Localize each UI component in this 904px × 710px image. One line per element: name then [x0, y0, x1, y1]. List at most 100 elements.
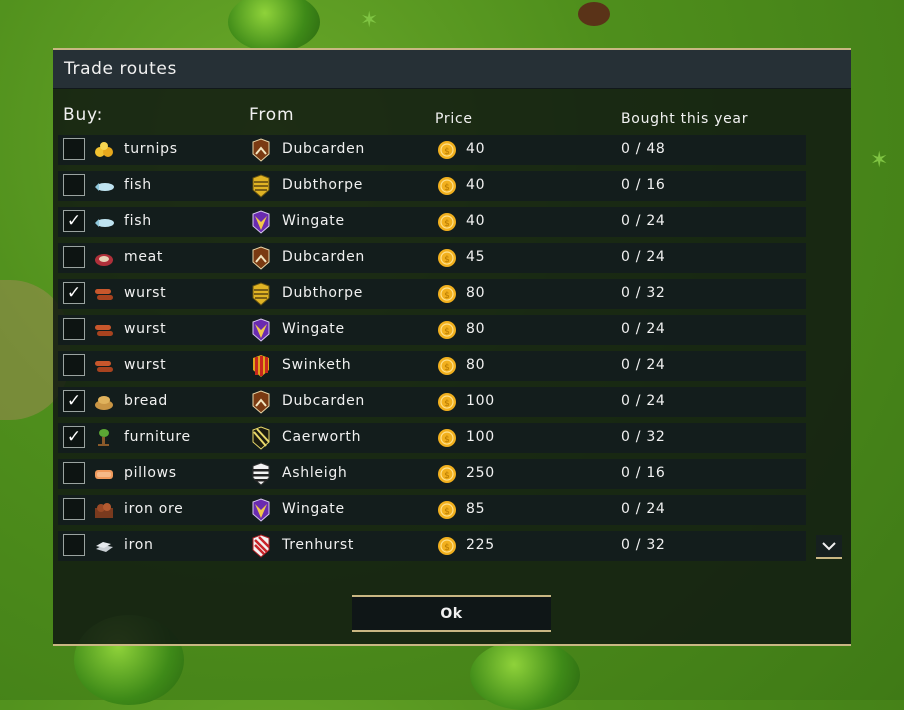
price-value: 100	[466, 429, 495, 445]
price-value: 80	[466, 357, 486, 373]
wurst-icon	[93, 320, 115, 340]
svg-text:$: $	[444, 327, 450, 337]
ok-button[interactable]: Ok	[352, 595, 551, 632]
dubcarden-crest-icon	[251, 390, 271, 414]
table-header: Buy: From Price Bought this year	[53, 105, 851, 129]
svg-text:$: $	[444, 435, 450, 445]
svg-text:$: $	[444, 399, 450, 409]
svg-text:$: $	[444, 147, 450, 157]
trade-route-row: meat Dubcarden $45 0 / 24	[58, 243, 806, 273]
bought-count: 0 / 24	[621, 213, 666, 229]
bought-count: 0 / 16	[621, 177, 666, 193]
swinketh-crest-icon	[251, 354, 271, 378]
city-name: Dubthorpe	[282, 177, 364, 193]
price-value: 45	[466, 249, 486, 265]
buy-checkbox[interactable]	[63, 174, 85, 196]
ashleigh-crest-icon	[251, 462, 271, 486]
wingate-crest-icon	[251, 210, 271, 234]
svg-text:$: $	[444, 291, 450, 301]
svg-text:$: $	[444, 543, 450, 553]
header-from: From	[249, 105, 295, 125]
dialog-title: Trade routes	[64, 59, 177, 79]
buy-checkbox[interactable]: ✓	[63, 282, 85, 304]
svg-text:$: $	[444, 183, 450, 193]
city-name: Swinketh	[282, 357, 352, 373]
buy-checkbox[interactable]	[63, 246, 85, 268]
trade-route-row: pillows Ashleigh $250 0 / 16	[58, 459, 806, 489]
city-name: Wingate	[282, 501, 345, 517]
bought-count: 0 / 24	[621, 501, 666, 517]
dubcarden-crest-icon	[251, 246, 271, 270]
coin-icon: $	[437, 284, 457, 304]
ware-name: wurst	[124, 321, 167, 337]
tree	[228, 0, 320, 52]
ware-name: pillows	[124, 465, 177, 481]
wingate-crest-icon	[251, 318, 271, 342]
boar-animal	[578, 2, 610, 26]
trade-route-row: ✓ furniture Caerworth $100 0 / 32	[58, 423, 806, 453]
ware-name: wurst	[124, 285, 167, 301]
trade-route-row: wurst Wingate $80 0 / 24	[58, 315, 806, 345]
iron-ore-icon	[93, 500, 115, 520]
coin-icon: $	[437, 176, 457, 196]
ware-name: turnips	[124, 141, 178, 157]
bought-count: 0 / 24	[621, 393, 666, 409]
wingate-crest-icon	[251, 498, 271, 522]
city-name: Caerworth	[282, 429, 362, 445]
trade-route-row: ✓ wurst Dubthorpe $80 0 / 32	[58, 279, 806, 309]
price-value: 100	[466, 393, 495, 409]
trade-routes-dialog: Trade routes Buy: From Price Bought this…	[53, 48, 851, 646]
svg-text:$: $	[444, 255, 450, 265]
buy-checkbox[interactable]	[63, 534, 85, 556]
turnips-icon	[93, 140, 115, 160]
city-name: Ashleigh	[282, 465, 348, 481]
price-value: 40	[466, 177, 486, 193]
trade-route-row: ✓ bread Dubcarden $100 0 / 24	[58, 387, 806, 417]
header-buy: Buy:	[63, 105, 104, 125]
city-name: Wingate	[282, 213, 345, 229]
price-value: 250	[466, 465, 495, 481]
scroll-down-button[interactable]	[816, 535, 842, 559]
coin-icon: $	[437, 536, 457, 556]
buy-checkbox[interactable]	[63, 138, 85, 160]
coin-icon: $	[437, 500, 457, 520]
coin-icon: $	[437, 392, 457, 412]
city-name: Dubcarden	[282, 393, 365, 409]
bought-count: 0 / 32	[621, 429, 666, 445]
price-value: 85	[466, 501, 486, 517]
coin-icon: $	[437, 356, 457, 376]
ware-name: meat	[124, 249, 164, 265]
trenhurst-crest-icon	[251, 534, 271, 558]
buy-checkbox[interactable]	[63, 498, 85, 520]
buy-checkbox[interactable]	[63, 354, 85, 376]
trade-route-row: turnips Dubcarden $40 0 / 48	[58, 135, 806, 165]
buy-checkbox[interactable]: ✓	[63, 210, 85, 232]
trade-route-row: ✓ fish Wingate $40 0 / 24	[58, 207, 806, 237]
city-name: Trenhurst	[282, 537, 355, 553]
dubthorpe-crest-icon	[251, 282, 271, 306]
trade-route-row: iron ore Wingate $85 0 / 24	[58, 495, 806, 525]
wurst-icon	[93, 356, 115, 376]
coin-icon: $	[437, 248, 457, 268]
buy-checkbox[interactable]	[63, 318, 85, 340]
ware-name: bread	[124, 393, 168, 409]
header-bought-this-year: Bought this year	[621, 111, 749, 127]
fern-plant: ✶	[360, 8, 379, 33]
coin-icon: $	[437, 320, 457, 340]
coin-icon: $	[437, 428, 457, 448]
price-value: 80	[466, 285, 486, 301]
wurst-icon	[93, 284, 115, 304]
trade-route-row: iron Trenhurst $225 0 / 32	[58, 531, 806, 561]
buy-checkbox[interactable]: ✓	[63, 390, 85, 412]
trade-route-row: fish Dubthorpe $40 0 / 16	[58, 171, 806, 201]
city-name: Dubthorpe	[282, 285, 364, 301]
iron-icon	[93, 536, 115, 556]
bought-count: 0 / 24	[621, 321, 666, 337]
coin-icon: $	[437, 140, 457, 160]
dubthorpe-crest-icon	[251, 174, 271, 198]
buy-checkbox[interactable]	[63, 462, 85, 484]
buy-checkbox[interactable]: ✓	[63, 426, 85, 448]
bought-count: 0 / 48	[621, 141, 666, 157]
pillows-icon	[93, 464, 115, 484]
trade-route-row: wurst Swinketh $80 0 / 24	[58, 351, 806, 381]
